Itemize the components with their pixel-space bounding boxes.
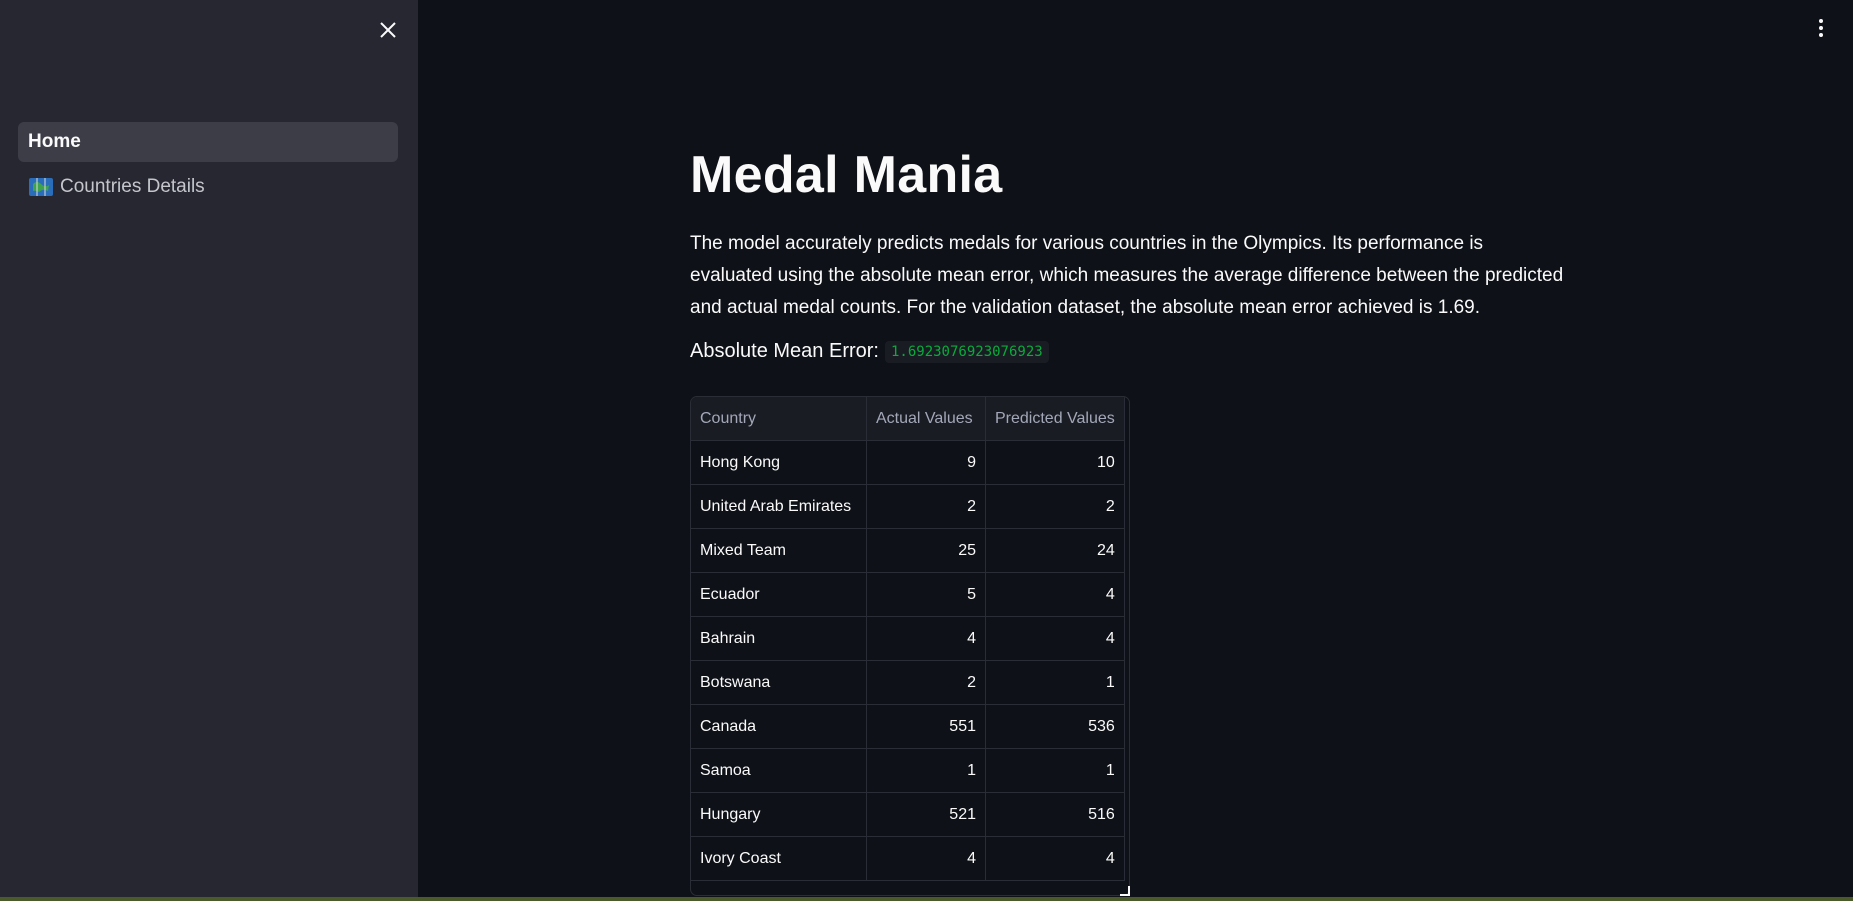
sidebar-item-label: Countries Details [60, 176, 205, 197]
data-table[interactable]: Country Actual Values Predicted Values H… [690, 396, 1130, 896]
cell-country[interactable]: Mixed Team [691, 528, 867, 573]
table-resize-handle[interactable] [1120, 886, 1130, 896]
cell-country[interactable]: Bahrain [691, 616, 867, 661]
cell-predicted[interactable]: 4 [985, 836, 1125, 881]
cell-actual[interactable]: 1 [866, 748, 986, 793]
cell-predicted[interactable]: 24 [985, 528, 1125, 573]
app-root: Home Countries Details Medal Mania The m… [0, 0, 1853, 901]
cell-country[interactable]: Canada [691, 704, 867, 749]
cell-predicted[interactable]: 2 [985, 484, 1125, 529]
table-row: Hungary 521 516 [691, 792, 1125, 837]
mae-line: Absolute Mean Error: 1.6923076923076923 [690, 340, 1570, 363]
sidebar-item-label: Home [28, 131, 81, 152]
main-menu-button[interactable] [1811, 16, 1831, 40]
sidebar-item-countries-details[interactable]: Countries Details [18, 167, 398, 207]
table-row: Ivory Coast 4 4 [691, 836, 1125, 881]
cell-country[interactable]: Hungary [691, 792, 867, 837]
cell-predicted[interactable]: 516 [985, 792, 1125, 837]
cell-predicted[interactable]: 4 [985, 616, 1125, 661]
page-title: Medal Mania [690, 146, 1003, 204]
content: Medal Mania The model accurately predict… [690, 140, 1570, 363]
cell-actual[interactable]: 25 [866, 528, 986, 573]
cell-country[interactable]: Ivory Coast [691, 836, 867, 881]
sidebar-nav: Home Countries Details [18, 122, 398, 212]
sidebar-item-home[interactable]: Home [18, 122, 398, 162]
cell-actual[interactable]: 2 [866, 660, 986, 705]
cell-predicted[interactable]: 1 [985, 660, 1125, 705]
cell-actual[interactable]: 9 [866, 440, 986, 485]
cell-country[interactable]: United Arab Emirates [691, 484, 867, 529]
cell-actual[interactable]: 4 [866, 616, 986, 661]
table-header-row: Country Actual Values Predicted Values [691, 397, 1125, 441]
cell-predicted[interactable]: 536 [985, 704, 1125, 749]
close-icon [380, 22, 396, 38]
table-row: Samoa 1 1 [691, 748, 1125, 793]
table-row: Canada 551 536 [691, 704, 1125, 749]
cell-country[interactable]: Samoa [691, 748, 867, 793]
table-row: Mixed Team 25 24 [691, 528, 1125, 573]
table-row: Hong Kong 9 10 [691, 440, 1125, 485]
cell-country[interactable]: Hong Kong [691, 440, 867, 485]
cell-country[interactable]: Ecuador [691, 572, 867, 617]
table-row: Botswana 2 1 [691, 660, 1125, 705]
cell-predicted[interactable]: 10 [985, 440, 1125, 485]
medal-table: Country Actual Values Predicted Values H… [691, 397, 1125, 881]
cell-actual[interactable]: 2 [866, 484, 986, 529]
cell-country[interactable]: Botswana [691, 660, 867, 705]
cell-actual[interactable]: 5 [866, 572, 986, 617]
close-sidebar-button[interactable] [374, 16, 402, 44]
description: The model accurately predicts medals for… [690, 233, 1564, 318]
bottom-strip [0, 897, 1853, 901]
vertical-dots-icon [1819, 19, 1823, 23]
column-header-actual[interactable]: Actual Values [866, 397, 986, 441]
main-area: Medal Mania The model accurately predict… [418, 0, 1853, 901]
cell-predicted[interactable]: 1 [985, 748, 1125, 793]
mae-label: Absolute Mean Error: [690, 340, 879, 362]
cell-actual[interactable]: 521 [866, 792, 986, 837]
cell-actual[interactable]: 551 [866, 704, 986, 749]
sidebar: Home Countries Details [0, 0, 418, 901]
column-header-predicted[interactable]: Predicted Values [985, 397, 1125, 441]
map-icon [28, 176, 54, 198]
table-body: Hong Kong 9 10 United Arab Emirates 2 2 Mixed … [691, 440, 1125, 881]
mae-value: 1.6923076923076923 [884, 340, 1049, 363]
table-row: Ecuador 5 4 [691, 572, 1125, 617]
table-row: Bahrain 4 4 [691, 616, 1125, 661]
column-header-country[interactable]: Country [691, 397, 867, 441]
cell-predicted[interactable]: 4 [985, 572, 1125, 617]
table-row: United Arab Emirates 2 2 [691, 484, 1125, 529]
cell-actual[interactable]: 4 [866, 836, 986, 881]
